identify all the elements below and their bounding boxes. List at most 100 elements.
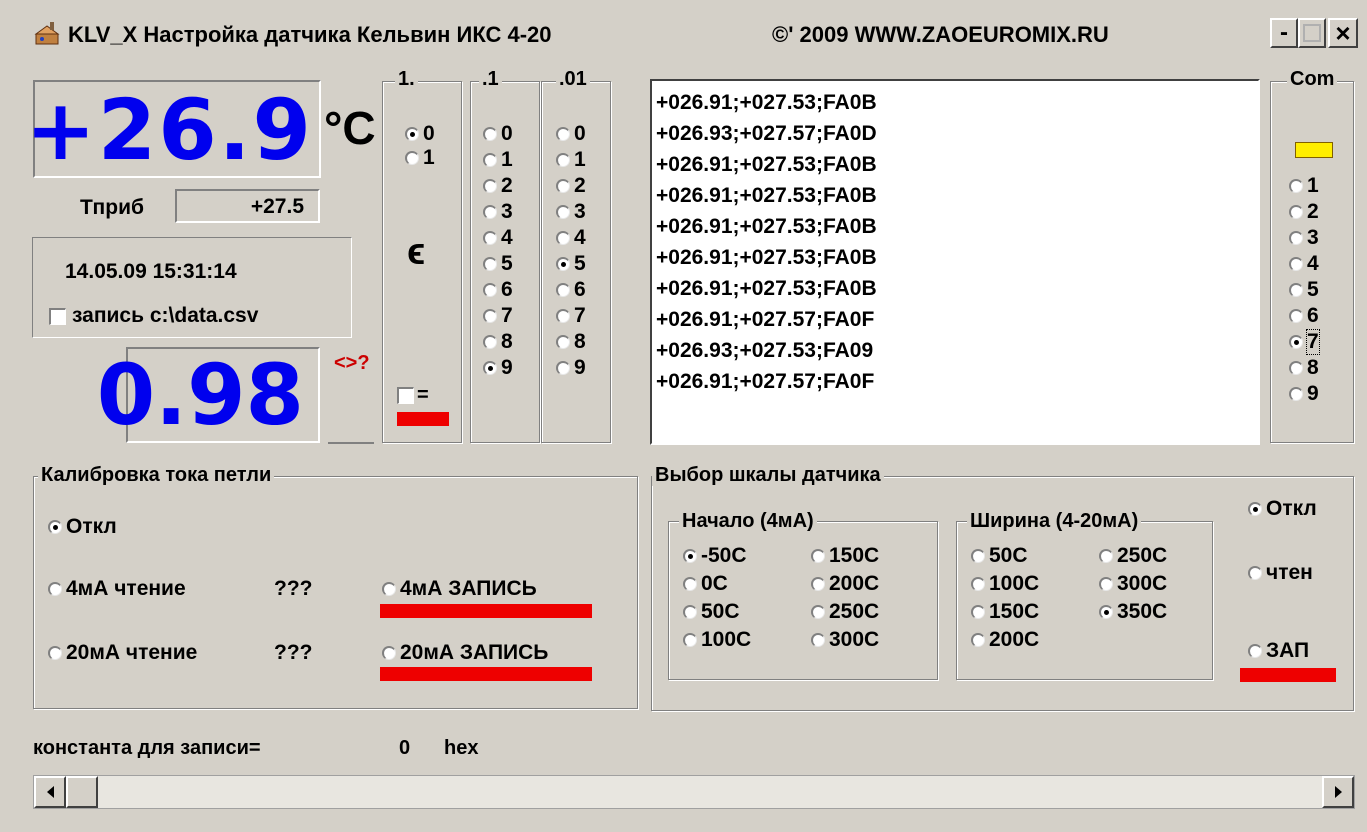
write-20ma-radio[interactable]: 20мА ЗАПИСЬ [382,641,548,665]
hundredths-radio-5-dot[interactable] [556,257,570,271]
log-line[interactable]: +026.91;+027.53;FA0B [656,87,877,118]
com-radio-6[interactable]: 6 [1289,304,1319,328]
tenths-radio-5-dot[interactable] [483,257,497,271]
scroll-right-button[interactable] [1322,776,1354,808]
com-radio-7-dot[interactable] [1289,335,1303,349]
horizontal-scrollbar[interactable] [33,775,1355,809]
com-radio-2-dot[interactable] [1289,205,1303,219]
com-radio-6-dot[interactable] [1289,309,1303,323]
scroll-thumb[interactable] [66,776,98,808]
com-radio-9[interactable]: 9 [1289,382,1319,406]
start-radio-150[interactable]: 150C [811,544,879,568]
tenths-radio-2[interactable]: 2 [483,174,513,198]
write-4ma-radio[interactable]: 4мА ЗАПИСЬ [382,577,537,601]
tenths-radio-2-dot[interactable] [483,179,497,193]
start-radio-250[interactable]: 250C [811,600,879,624]
width-radio-200-dot[interactable] [971,633,985,647]
log-line[interactable]: +026.93;+027.53;FA09 [656,335,877,366]
com-radio-3[interactable]: 3 [1289,226,1319,250]
hundredths-radio-3[interactable]: 3 [556,200,586,224]
tenths-radio-0-dot[interactable] [483,127,497,141]
scale-mode-write-dot[interactable] [1248,644,1262,658]
width-radio-250-dot[interactable] [1099,549,1113,563]
maximize-button[interactable] [1298,18,1326,48]
width-radio-350[interactable]: 350C [1099,600,1167,624]
tenths-radio-0[interactable]: 0 [483,122,513,146]
hundredths-radio-0-dot[interactable] [556,127,570,141]
hundredths-radio-9[interactable]: 9 [556,356,586,380]
com-radio-1-dot[interactable] [1289,179,1303,193]
hundredths-radio-2-dot[interactable] [556,179,570,193]
log-line[interactable]: +026.93;+027.57;FA0D [656,118,877,149]
com-radio-9-dot[interactable] [1289,387,1303,401]
read-20ma-radio[interactable]: 20мА чтение [48,641,197,665]
tenths-radio-7[interactable]: 7 [483,304,513,328]
tenths-radio-8[interactable]: 8 [483,330,513,354]
width-radio-150[interactable]: 150C [971,600,1039,624]
calibration-off-radio[interactable]: Откл [48,515,117,539]
width-radio-100-dot[interactable] [971,577,985,591]
log-line[interactable]: +026.91;+027.53;FA0B [656,211,877,242]
hundredths-radio-6-dot[interactable] [556,283,570,297]
hundredths-radio-5[interactable]: 5 [556,252,586,276]
ones-radio-0-dot[interactable] [405,127,419,141]
com-radio-4[interactable]: 4 [1289,252,1319,276]
hundredths-radio-7[interactable]: 7 [556,304,586,328]
start-radio-250-dot[interactable] [811,605,825,619]
width-radio-300[interactable]: 300C [1099,572,1167,596]
scroll-left-button[interactable] [34,776,66,808]
ones-radio-1-dot[interactable] [405,151,419,165]
start-radio-0[interactable]: 0C [683,572,728,596]
com-radio-5-dot[interactable] [1289,283,1303,297]
hundredths-radio-4[interactable]: 4 [556,226,586,250]
log-line[interactable]: +026.91;+027.53;FA0B [656,149,877,180]
read-4ma-dot[interactable] [48,582,62,596]
com-radio-3-dot[interactable] [1289,231,1303,245]
record-checkbox[interactable]: запись c:\data.csv [49,304,258,328]
scale-mode-read-radio[interactable]: чтен [1248,561,1313,585]
scale-mode-off-radio[interactable]: Откл [1248,497,1317,521]
width-radio-150-dot[interactable] [971,605,985,619]
com-radio-2[interactable]: 2 [1289,200,1319,224]
log-line[interactable]: +026.91;+027.57;FA0F [656,304,877,335]
log-line[interactable]: +026.91;+027.53;FA0B [656,242,877,273]
hundredths-radio-9-dot[interactable] [556,361,570,375]
write-4ma-dot[interactable] [382,582,396,596]
hundredths-radio-2[interactable]: 2 [556,174,586,198]
tenths-radio-9-dot[interactable] [483,361,497,375]
com-radio-8-dot[interactable] [1289,361,1303,375]
start-radio-100[interactable]: 100C [683,628,751,652]
start-radio-minus50[interactable]: -50C [683,544,747,568]
start-radio-200-dot[interactable] [811,577,825,591]
com-radio-5[interactable]: 5 [1289,278,1319,302]
calibration-off-dot[interactable] [48,520,62,534]
width-radio-100[interactable]: 100C [971,572,1039,596]
log-line[interactable]: +026.91;+027.57;FA0F [656,366,877,397]
scale-mode-off-dot[interactable] [1248,502,1262,516]
start-radio-200[interactable]: 200C [811,572,879,596]
width-radio-350-dot[interactable] [1099,605,1113,619]
read-4ma-radio[interactable]: 4мА чтение [48,577,186,601]
tenths-radio-5[interactable]: 5 [483,252,513,276]
tenths-radio-3-dot[interactable] [483,205,497,219]
width-radio-250[interactable]: 250C [1099,544,1167,568]
hundredths-radio-4-dot[interactable] [556,231,570,245]
hundredths-radio-7-dot[interactable] [556,309,570,323]
hundredths-radio-0[interactable]: 0 [556,122,586,146]
tenths-radio-8-dot[interactable] [483,335,497,349]
width-radio-50-dot[interactable] [971,549,985,563]
width-radio-50[interactable]: 50C [971,544,1028,568]
tenths-radio-7-dot[interactable] [483,309,497,323]
read-20ma-dot[interactable] [48,646,62,660]
com-radio-1[interactable]: 1 [1289,174,1319,198]
hundredths-radio-8[interactable]: 8 [556,330,586,354]
com-radio-4-dot[interactable] [1289,257,1303,271]
ones-radio-0[interactable]: 0 [405,122,435,146]
tenths-radio-9[interactable]: 9 [483,356,513,380]
log-listbox[interactable]: +026.91;+027.53;FA0B +026.93;+027.57;FA0… [650,79,1260,445]
start-radio-300[interactable]: 300C [811,628,879,652]
com-radio-8[interactable]: 8 [1289,356,1319,380]
start-radio-300-dot[interactable] [811,633,825,647]
record-checkbox-box[interactable] [49,307,66,325]
eq-checkbox-box[interactable] [397,387,414,404]
